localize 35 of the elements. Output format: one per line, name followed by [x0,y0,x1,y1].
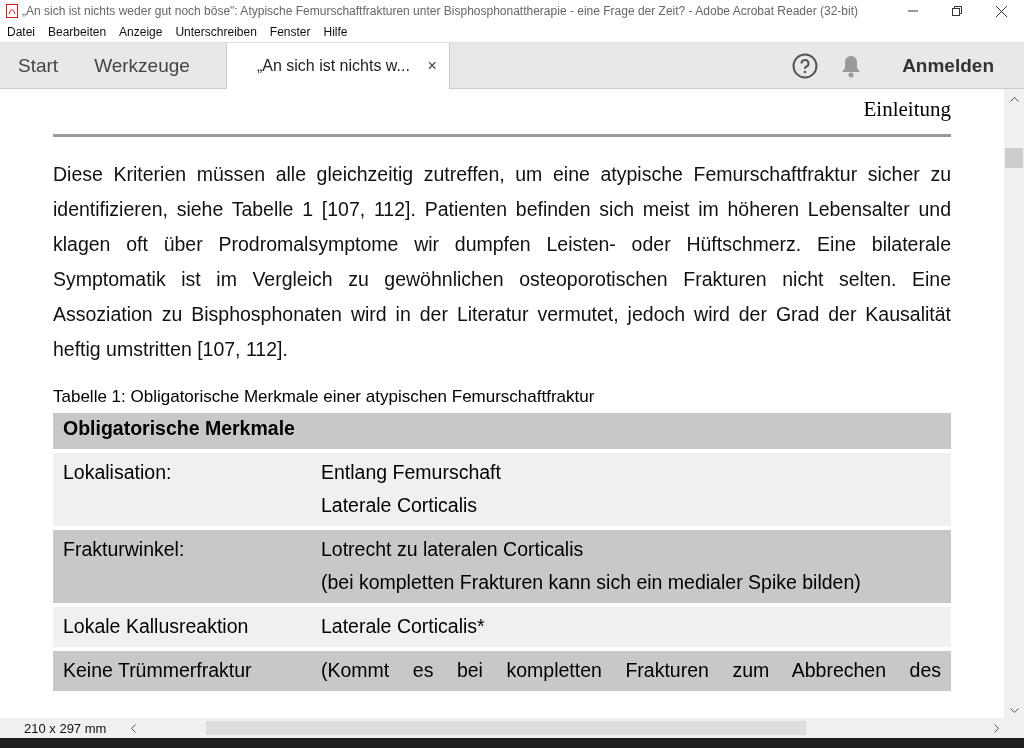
running-head: Einleitung [863,97,951,122]
menu-item[interactable]: Bearbeiten [41,25,113,39]
table-cell-text: (Kommt es bei kompletten Frakturen zum Abbrechen des [321,658,941,683]
scroll-down-icon[interactable] [1009,708,1019,714]
close-tab-button[interactable]: × [427,57,437,75]
table-cell-text: Frakturwinkel: [63,537,186,562]
menu-item[interactable]: Datei [0,25,41,39]
help-icon[interactable] [792,52,819,79]
table-cell-text: Lokale Kallusreaktion [63,614,250,639]
window-title: „An sich ist nichts weder gut noch böse": Atypische Femurschaftfrakturen unter Bisphosphonattherapie - eine Frage der Zeit? - Adobe Acrobat Reader (32-bit) [21,4,860,18]
scrollbar-thumb[interactable] [1005,148,1023,168]
tab[interactable]: Start [0,43,77,88]
scroll-left-icon[interactable] [130,723,137,733]
table-cell-text: Lokalisation: [63,460,173,485]
table-caption: Tabelle 1: Obligatorische Merkmale einer atypischen Femurschaftfraktur [53,387,595,407]
menu-item[interactable]: Fenster [262,25,317,39]
tab[interactable]: „An sich ist nichts w... × [225,43,450,89]
menu-item[interactable]: Anzeige [112,25,169,39]
menu-item[interactable]: Unterschreiben [168,25,263,39]
table-cell-text: Lotrecht zu lateralen Corticalis [321,537,585,562]
restore-icon[interactable] [952,5,962,16]
body-paragraph: Diese Kriterien müssen alle gleichzeitig zutreffen, um eine atypische Femurschaftfraktur sicher zu identifizieren, siehe Tabelle 1 [107, 112]. Patienten befinden sich meist im höheren Lebensalter und klagen oft über Prodromalsymptome wir dumpfen Leisten- oder Hüftschmerz. Eine bilaterale Symptomatik ist im Vergleich zu gewöhnlichen osteoporotischen Frakturen nicht selten. Eine Assoziation zu Bisphosphonaten wird in der Literatur vermutet, jedoch wird der Grad der Kausalität heftig umstritten [107, 112]. [53,162,951,362]
table-cell-text: (bei kompletten Frakturen kann sich ein medialer Spike bilden) [321,570,862,595]
sign-in-button[interactable]: Anmelden [902,54,994,77]
scroll-up-icon[interactable] [1009,96,1019,102]
menu-item[interactable]: Hilfe [316,25,354,39]
table-cell-text: Laterale Corticalis [321,493,479,518]
table-cell-text: Laterale Corticalis* [321,614,486,639]
close-icon[interactable] [996,5,1007,17]
scroll-right-icon[interactable] [994,723,1000,733]
tab[interactable]: Werkzeuge [76,43,208,88]
table-cell-text: Keine Trümmerfraktur [63,658,253,683]
app-icon [6,4,18,18]
table-cell-text: Entlang Femurschaft [321,460,502,485]
page-size-label: 210 x 297 mm [23,720,108,736]
